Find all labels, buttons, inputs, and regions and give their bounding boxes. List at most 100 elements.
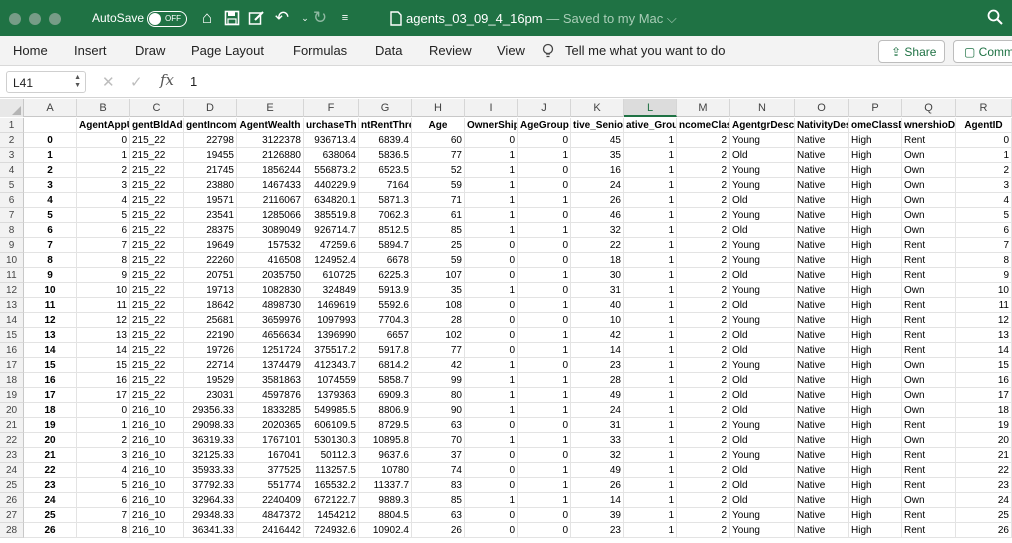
cell[interactable]: 12: [24, 313, 77, 328]
cell[interactable]: 5917.8: [359, 343, 412, 358]
cell[interactable]: 85: [412, 223, 465, 238]
cell[interactable]: 2: [677, 433, 730, 448]
header-cell[interactable]: AgentID: [956, 118, 1012, 133]
cell[interactable]: 216_10: [130, 478, 184, 493]
cell[interactable]: 1: [465, 223, 518, 238]
column-header-p[interactable]: P: [849, 99, 902, 117]
cell[interactable]: 1: [518, 373, 571, 388]
cell[interactable]: 5: [956, 208, 1012, 223]
cell[interactable]: 6: [24, 223, 77, 238]
tab-formulas[interactable]: Formulas: [293, 43, 347, 58]
cell[interactable]: 15: [24, 358, 77, 373]
cell[interactable]: 6: [77, 493, 130, 508]
cell[interactable]: 6678: [359, 253, 412, 268]
cell[interactable]: 4: [77, 463, 130, 478]
cell[interactable]: 0: [518, 238, 571, 253]
column-header-b[interactable]: B: [77, 99, 130, 117]
cell[interactable]: 1469619: [304, 298, 359, 313]
cell[interactable]: Native: [795, 343, 849, 358]
cell[interactable]: 8: [77, 523, 130, 538]
cell[interactable]: 6225.3: [359, 268, 412, 283]
cell[interactable]: Old: [730, 268, 795, 283]
cell[interactable]: High: [849, 133, 902, 148]
cell[interactable]: 11: [24, 298, 77, 313]
cell[interactable]: 6: [77, 223, 130, 238]
cell[interactable]: 0: [77, 133, 130, 148]
cell[interactable]: 7062.3: [359, 208, 412, 223]
formula-input[interactable]: 1: [190, 74, 197, 89]
cell[interactable]: 2: [677, 478, 730, 493]
cell[interactable]: Rent: [902, 253, 956, 268]
cell[interactable]: 18642: [184, 298, 237, 313]
cell[interactable]: Rent: [902, 298, 956, 313]
cell[interactable]: 0: [465, 313, 518, 328]
cell[interactable]: 5592.6: [359, 298, 412, 313]
cell[interactable]: 3: [956, 178, 1012, 193]
cell[interactable]: 23: [24, 478, 77, 493]
cell[interactable]: 1: [465, 358, 518, 373]
cell[interactable]: 16: [24, 373, 77, 388]
cell[interactable]: 8: [956, 253, 1012, 268]
cell[interactable]: 77: [412, 343, 465, 358]
cell[interactable]: 556873.2: [304, 163, 359, 178]
cell[interactable]: 63: [412, 418, 465, 433]
cell[interactable]: 9637.6: [359, 448, 412, 463]
cell[interactable]: Native: [795, 148, 849, 163]
cell[interactable]: 3: [77, 448, 130, 463]
cell[interactable]: 17: [77, 388, 130, 403]
cell[interactable]: Rent: [902, 463, 956, 478]
cell[interactable]: 0: [24, 133, 77, 148]
cell[interactable]: Native: [795, 523, 849, 538]
cell[interactable]: 2: [677, 253, 730, 268]
cell[interactable]: 90: [412, 403, 465, 418]
cell[interactable]: 74: [412, 463, 465, 478]
cell[interactable]: 216_10: [130, 448, 184, 463]
cell[interactable]: 375517.2: [304, 343, 359, 358]
name-box[interactable]: L41 ▲ ▼: [6, 71, 86, 93]
cell[interactable]: 0: [465, 523, 518, 538]
row-header[interactable]: 19: [0, 388, 24, 403]
cell[interactable]: 2: [77, 433, 130, 448]
cell[interactable]: 5836.5: [359, 148, 412, 163]
cell[interactable]: 9: [956, 268, 1012, 283]
column-header-h[interactable]: H: [412, 99, 465, 117]
cell[interactable]: 216_10: [130, 418, 184, 433]
column-header-n[interactable]: N: [730, 99, 795, 117]
cell[interactable]: 2: [677, 343, 730, 358]
header-cell[interactable]: ative_Grou: [624, 118, 677, 133]
cell[interactable]: 32125.33: [184, 448, 237, 463]
cell[interactable]: 1: [465, 178, 518, 193]
cell[interactable]: 0: [465, 418, 518, 433]
cell[interactable]: 0: [518, 133, 571, 148]
cell[interactable]: 113257.5: [304, 463, 359, 478]
cell[interactable]: Native: [795, 193, 849, 208]
cell[interactable]: Old: [730, 343, 795, 358]
cell[interactable]: 1: [465, 433, 518, 448]
cell[interactable]: 2020365: [237, 418, 304, 433]
cell[interactable]: 46: [571, 208, 624, 223]
cell[interactable]: 215_22: [130, 373, 184, 388]
cell[interactable]: 1: [624, 208, 677, 223]
cell[interactable]: 5858.7: [359, 373, 412, 388]
cell[interactable]: 19: [24, 418, 77, 433]
cell[interactable]: 1: [77, 148, 130, 163]
cell[interactable]: 3089049: [237, 223, 304, 238]
header-cell[interactable]: gentBldAd: [130, 118, 184, 133]
cell[interactable]: 1: [465, 283, 518, 298]
header-cell[interactable]: NativityDes: [795, 118, 849, 133]
cell[interactable]: Rent: [902, 313, 956, 328]
cell[interactable]: 36319.33: [184, 433, 237, 448]
cell[interactable]: 14: [77, 343, 130, 358]
cell[interactable]: 13: [956, 328, 1012, 343]
row-header[interactable]: 8: [0, 223, 24, 238]
cell[interactable]: 22260: [184, 253, 237, 268]
name-box-stepper-icon[interactable]: ▲ ▼: [74, 74, 81, 90]
cell[interactable]: 102: [412, 328, 465, 343]
cell[interactable]: 2: [677, 403, 730, 418]
cell[interactable]: 2: [677, 148, 730, 163]
cell[interactable]: 2: [677, 298, 730, 313]
cell[interactable]: 2: [677, 373, 730, 388]
cell[interactable]: 59: [412, 253, 465, 268]
cell[interactable]: 11: [956, 298, 1012, 313]
cell[interactable]: Native: [795, 133, 849, 148]
